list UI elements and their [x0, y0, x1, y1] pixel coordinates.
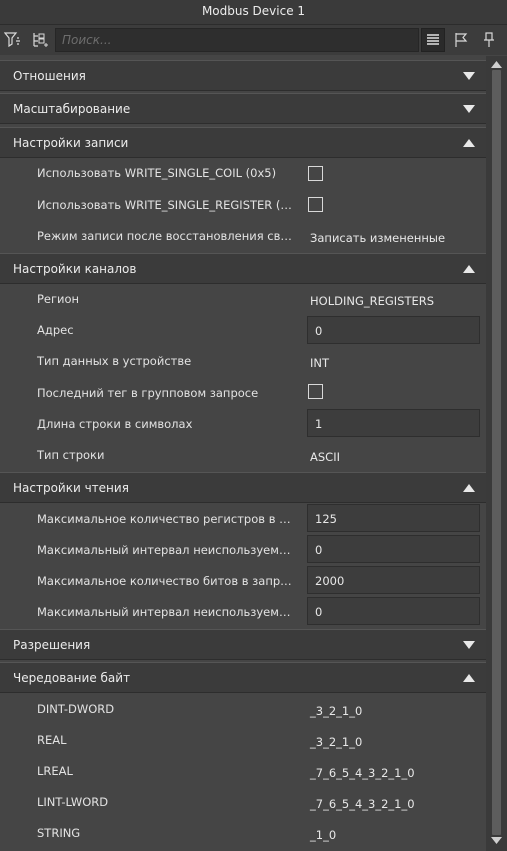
property-grid: Отношения Масштабирование Настройки запи… [0, 56, 486, 851]
section-read[interactable]: Настройки чтения [0, 472, 486, 503]
lreal-order-value[interactable]: _7_6_5_4_3_2_1_0 [310, 766, 415, 780]
property-label: Использовать WRITE_SINGLE_COIL (0x5) [37, 166, 277, 180]
string-order-value[interactable]: _1_0 [310, 828, 336, 842]
property-label: Регион [37, 292, 80, 306]
chevron-up-icon[interactable] [463, 139, 475, 147]
dint-order-value[interactable]: _3_2_1_0 [310, 704, 362, 718]
pin-icon[interactable] [477, 28, 501, 52]
chevron-up-icon[interactable] [463, 484, 475, 492]
section-byte-order[interactable]: Чередование байт [0, 662, 486, 693]
max-register-gap-value: 0 [315, 543, 323, 557]
scroll-up-icon[interactable] [491, 61, 502, 68]
region-value[interactable]: HOLDING_REGISTERS [310, 294, 434, 308]
max-registers-field[interactable]: 125 [307, 504, 480, 532]
scroll-thumb[interactable] [492, 70, 501, 835]
property-label: LINT-LWORD [37, 795, 109, 809]
property-label: Тип данных в устройстве [37, 354, 192, 368]
max-bits-field[interactable]: 2000 [307, 566, 480, 594]
section-title: Настройки записи [13, 136, 129, 150]
max-bit-gap-value: 0 [315, 605, 323, 619]
property-label: Режим записи после восстановления связи [37, 229, 295, 243]
chevron-down-icon[interactable] [463, 641, 475, 649]
string-type-value[interactable]: ASCII [310, 450, 340, 464]
address-field[interactable]: 0 [307, 316, 480, 344]
section-title: Настройки чтения [13, 481, 129, 495]
property-label: Максимальный интервал неиспользуемых рег… [37, 543, 295, 557]
section-permissions[interactable]: Разрешения [0, 629, 486, 660]
address-value: 0 [315, 324, 323, 338]
max-bit-gap-field[interactable]: 0 [307, 597, 480, 625]
max-bits-value: 2000 [315, 574, 345, 588]
property-label: REAL [37, 733, 67, 747]
property-label: LREAL [37, 764, 73, 778]
max-register-gap-field[interactable]: 0 [307, 535, 480, 563]
section-title: Настройки каналов [13, 262, 137, 276]
section-write[interactable]: Настройки записи [0, 127, 486, 158]
property-label: STRING [37, 826, 81, 840]
property-label: Максимальный интервал неиспользуемых бит… [37, 605, 295, 619]
real-order-value[interactable]: _3_2_1_0 [310, 735, 362, 749]
lint-order-value[interactable]: _7_6_5_4_3_2_1_0 [310, 797, 415, 811]
property-label: Максимальное количество регистров в запр… [37, 512, 295, 526]
last-tag-checkbox[interactable] [308, 384, 323, 399]
flag-icon[interactable] [449, 28, 473, 52]
property-label: Максимальное количество битов в запросе [37, 574, 295, 588]
datatype-value[interactable]: INT [310, 356, 329, 370]
property-label: Использовать WRITE_SINGLE_REGISTER (0x6) [37, 198, 295, 212]
list-view-icon[interactable] [421, 28, 445, 52]
max-registers-value: 125 [315, 512, 337, 526]
tree-view-icon[interactable] [28, 28, 52, 52]
section-title: Отношения [13, 69, 86, 83]
search-input[interactable] [55, 28, 419, 52]
single-coil-checkbox[interactable] [308, 166, 323, 181]
string-length-field[interactable]: 1 [307, 409, 480, 437]
section-title: Разрешения [13, 638, 91, 652]
section-title: Масштабирование [13, 102, 131, 116]
property-label: DINT-DWORD [37, 702, 115, 716]
property-label: Адрес [37, 323, 74, 337]
section-channels[interactable]: Настройки каналов [0, 253, 486, 284]
section-title: Чередование байт [13, 671, 131, 685]
property-label: Длина строки в символах [37, 417, 193, 431]
toolbar [0, 25, 507, 55]
chevron-down-icon[interactable] [463, 105, 475, 113]
window-title: Modbus Device 1 [0, 0, 507, 25]
filter-icon[interactable] [1, 28, 25, 52]
single-register-checkbox[interactable] [308, 197, 323, 212]
vertical-scrollbar[interactable] [486, 56, 507, 851]
section-scaling[interactable]: Масштабирование [0, 93, 486, 124]
scroll-down-icon[interactable] [491, 837, 502, 844]
string-length-value: 1 [315, 417, 323, 431]
write-mode-value[interactable]: Записать измененные [310, 231, 445, 245]
property-label: Последний тег в групповом запросе [37, 386, 259, 400]
section-relations[interactable]: Отношения [0, 60, 486, 91]
property-label: Тип строки [37, 448, 105, 462]
chevron-up-icon[interactable] [463, 265, 475, 273]
chevron-up-icon[interactable] [463, 674, 475, 682]
chevron-down-icon[interactable] [463, 72, 475, 80]
